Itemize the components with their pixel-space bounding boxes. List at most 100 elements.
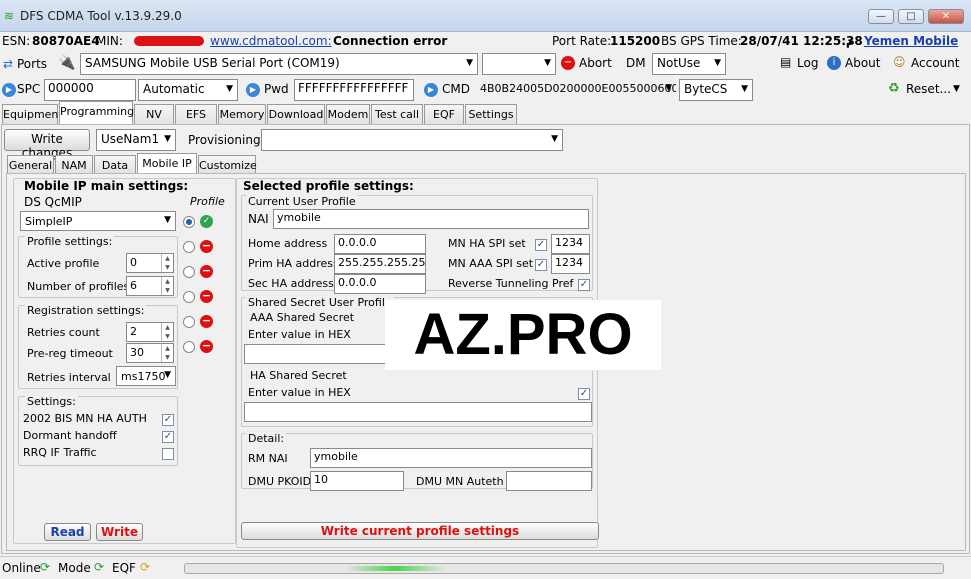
dmu-pkoid-input[interactable]: 10 — [310, 471, 404, 491]
stepper-arrows-icon[interactable]: ▲ ▼ — [161, 277, 173, 295]
spc-mode-value: Automatic — [143, 82, 205, 96]
close-button[interactable]: ✕ — [928, 9, 964, 24]
dmu-mn-auteth-input[interactable] — [506, 471, 592, 491]
chevron-down-icon: ▼ — [544, 58, 551, 68]
ha-shared-secret-label: HA Shared Secret — [250, 369, 347, 382]
profile-radio-1[interactable] — [183, 241, 195, 253]
shared-secret-title: Shared Secret User Profile — [246, 296, 394, 309]
tab-general[interactable]: General — [7, 155, 54, 173]
reset-icon: ♻ — [888, 81, 900, 96]
home-address-input[interactable]: 0.0.0.0 — [334, 234, 426, 254]
ports-button[interactable]: Ports — [17, 57, 47, 71]
prereg-timeout-stepper[interactable]: 30 ▲ ▼ — [126, 343, 174, 363]
sec-ha-address-input[interactable]: 0.0.0.0 — [334, 274, 426, 294]
profile-radio-5[interactable] — [183, 341, 195, 353]
tab-nam[interactable]: NAM — [55, 155, 93, 173]
minimize-button[interactable]: — — [868, 9, 894, 24]
tab-nv[interactable]: NV — [134, 104, 174, 124]
esn-value: 80870AE4 — [32, 34, 100, 48]
write-changes-button[interactable]: Write changes — [4, 129, 90, 160]
status-bar: Online ⟳ Mode ⟳ EQF ⟳ — [0, 556, 971, 579]
maximize-button[interactable]: □ — [898, 9, 924, 24]
provisioning-select[interactable]: ▼ — [261, 129, 563, 151]
tab-programming[interactable]: Programming — [59, 101, 134, 124]
title-bar: ≋ DFS CDMA Tool v.13.9.29.0 — □ ✕ — [0, 0, 971, 32]
read-button[interactable]: Read — [44, 523, 91, 541]
tab-download[interactable]: Download — [267, 104, 325, 124]
profile-radio-2[interactable] — [183, 266, 195, 278]
detail-title: Detail: — [246, 432, 287, 445]
registration-settings-title: Registration settings: — [25, 304, 147, 317]
pwd-button[interactable]: Pwd — [264, 82, 289, 96]
bis-mn-ha-auth-checkbox[interactable]: ✓ — [162, 414, 174, 426]
dm-select[interactable]: NotUse ▼ — [652, 53, 726, 75]
rrq-if-traffic-checkbox[interactable] — [162, 448, 174, 460]
stepper-arrows-icon[interactable]: ▲ ▼ — [161, 344, 173, 362]
num-profiles-stepper[interactable]: 6 ▲ ▼ — [126, 276, 174, 296]
active-profile-stepper[interactable]: 0 ▲ ▼ — [126, 253, 174, 273]
tab-efs[interactable]: EFS — [175, 104, 217, 124]
stepper-arrows-icon[interactable]: ▲ ▼ — [161, 323, 173, 341]
secondary-select[interactable]: ▼ — [482, 53, 556, 75]
pwd-input[interactable]: FFFFFFFFFFFFFFFF — [294, 79, 414, 101]
eqf-label: EQF — [112, 561, 136, 575]
mn-ha-spi-input[interactable]: 1234 — [551, 234, 590, 254]
write-button[interactable]: Write — [96, 523, 143, 541]
log-button[interactable]: Log — [797, 56, 818, 70]
write-profile-button[interactable]: Write current profile settings — [241, 522, 599, 540]
port-select[interactable]: SAMSUNG Mobile USB Serial Port (COM19) ▼ — [80, 53, 478, 75]
active-profile-value: 0 — [130, 256, 137, 269]
chevron-down-icon[interactable]: ▼ — [953, 84, 960, 94]
tab-eqf[interactable]: EQF — [424, 104, 464, 124]
tab-customize[interactable]: Customize — [198, 155, 257, 173]
ds-qcmip-select[interactable]: SimpleIP ▼ — [20, 211, 176, 231]
ha-shared-secret-input[interactable] — [244, 402, 592, 422]
tab-memory[interactable]: Memory — [218, 104, 266, 124]
port-select-value: SAMSUNG Mobile USB Serial Port (COM19) — [85, 56, 340, 70]
cmd-type-select[interactable]: ByteCS ▼ — [679, 79, 753, 101]
cmd-select[interactable]: 4B0B24005D0200000E00550006003 ▼ — [476, 79, 676, 101]
tab-data[interactable]: Data — [94, 155, 136, 173]
nam-select[interactable]: UseNam1 ▼ — [96, 129, 176, 151]
tab-equipment[interactable]: Equipment — [2, 104, 63, 124]
prim-ha-address-input[interactable]: 255.255.255.255 — [334, 254, 426, 274]
retries-interval-select[interactable]: ms1750 ▼ — [116, 366, 176, 386]
bs-gps-value: 28/07/41 12:25:38 — [740, 34, 863, 48]
profile-radio-4[interactable] — [183, 316, 195, 328]
tab-settings[interactable]: Settings — [465, 104, 517, 124]
stepper-arrows-icon[interactable]: ▲ ▼ — [161, 254, 173, 272]
tab-modem[interactable]: Modem — [326, 104, 370, 124]
chevron-down-icon: ▼ — [164, 215, 171, 225]
tab-mobile-ip[interactable]: Mobile IP — [137, 153, 197, 173]
reverse-tunneling-checkbox[interactable]: ✓ — [578, 279, 590, 291]
spc-mode-select[interactable]: Automatic ▼ — [138, 79, 238, 101]
abort-button[interactable]: Abort — [579, 56, 612, 70]
profile-radio-3[interactable] — [183, 291, 195, 303]
tab-test-call[interactable]: Test call — [371, 104, 423, 124]
about-button[interactable]: About — [845, 56, 880, 70]
mn-ha-spi-checkbox[interactable]: ✓ — [535, 239, 547, 251]
app-icon: ≋ — [4, 9, 15, 23]
mn-aaa-spi-checkbox[interactable]: ✓ — [535, 259, 547, 271]
port-rate-value: 115200 — [610, 34, 661, 48]
reset-button[interactable]: Reset... — [906, 82, 951, 96]
spc-input[interactable]: 000000 — [44, 79, 136, 101]
nai-label: NAI — [248, 212, 269, 226]
profile-radio-0[interactable] — [183, 216, 195, 228]
rrq-if-traffic-label: RRQ IF Traffic — [23, 446, 97, 459]
min-label: MIN: — [96, 34, 123, 48]
dormant-handoff-checkbox[interactable]: ✓ — [162, 431, 174, 443]
settings-group: Settings: 2002 BIS MN HA AUTH ✓ Dormant … — [18, 395, 178, 466]
cmd-button[interactable]: CMD — [442, 82, 470, 96]
num-profiles-label: Number of profiles — [27, 280, 130, 293]
account-button[interactable]: Account — [911, 56, 959, 70]
spc-button[interactable]: SPC — [17, 82, 40, 96]
play-icon: ▶ — [246, 83, 260, 97]
rm-nai-input[interactable]: ymobile — [310, 448, 592, 468]
retries-count-stepper[interactable]: 2 ▲ ▼ — [126, 322, 174, 342]
ha-hex-checkbox[interactable]: ✓ — [578, 388, 590, 400]
nai-input[interactable]: ymobile — [273, 209, 589, 229]
mn-aaa-spi-input[interactable]: 1234 — [551, 254, 590, 274]
website-link[interactable]: www.cdmatool.com: — [210, 34, 332, 48]
disabled-icon: − — [200, 314, 213, 328]
